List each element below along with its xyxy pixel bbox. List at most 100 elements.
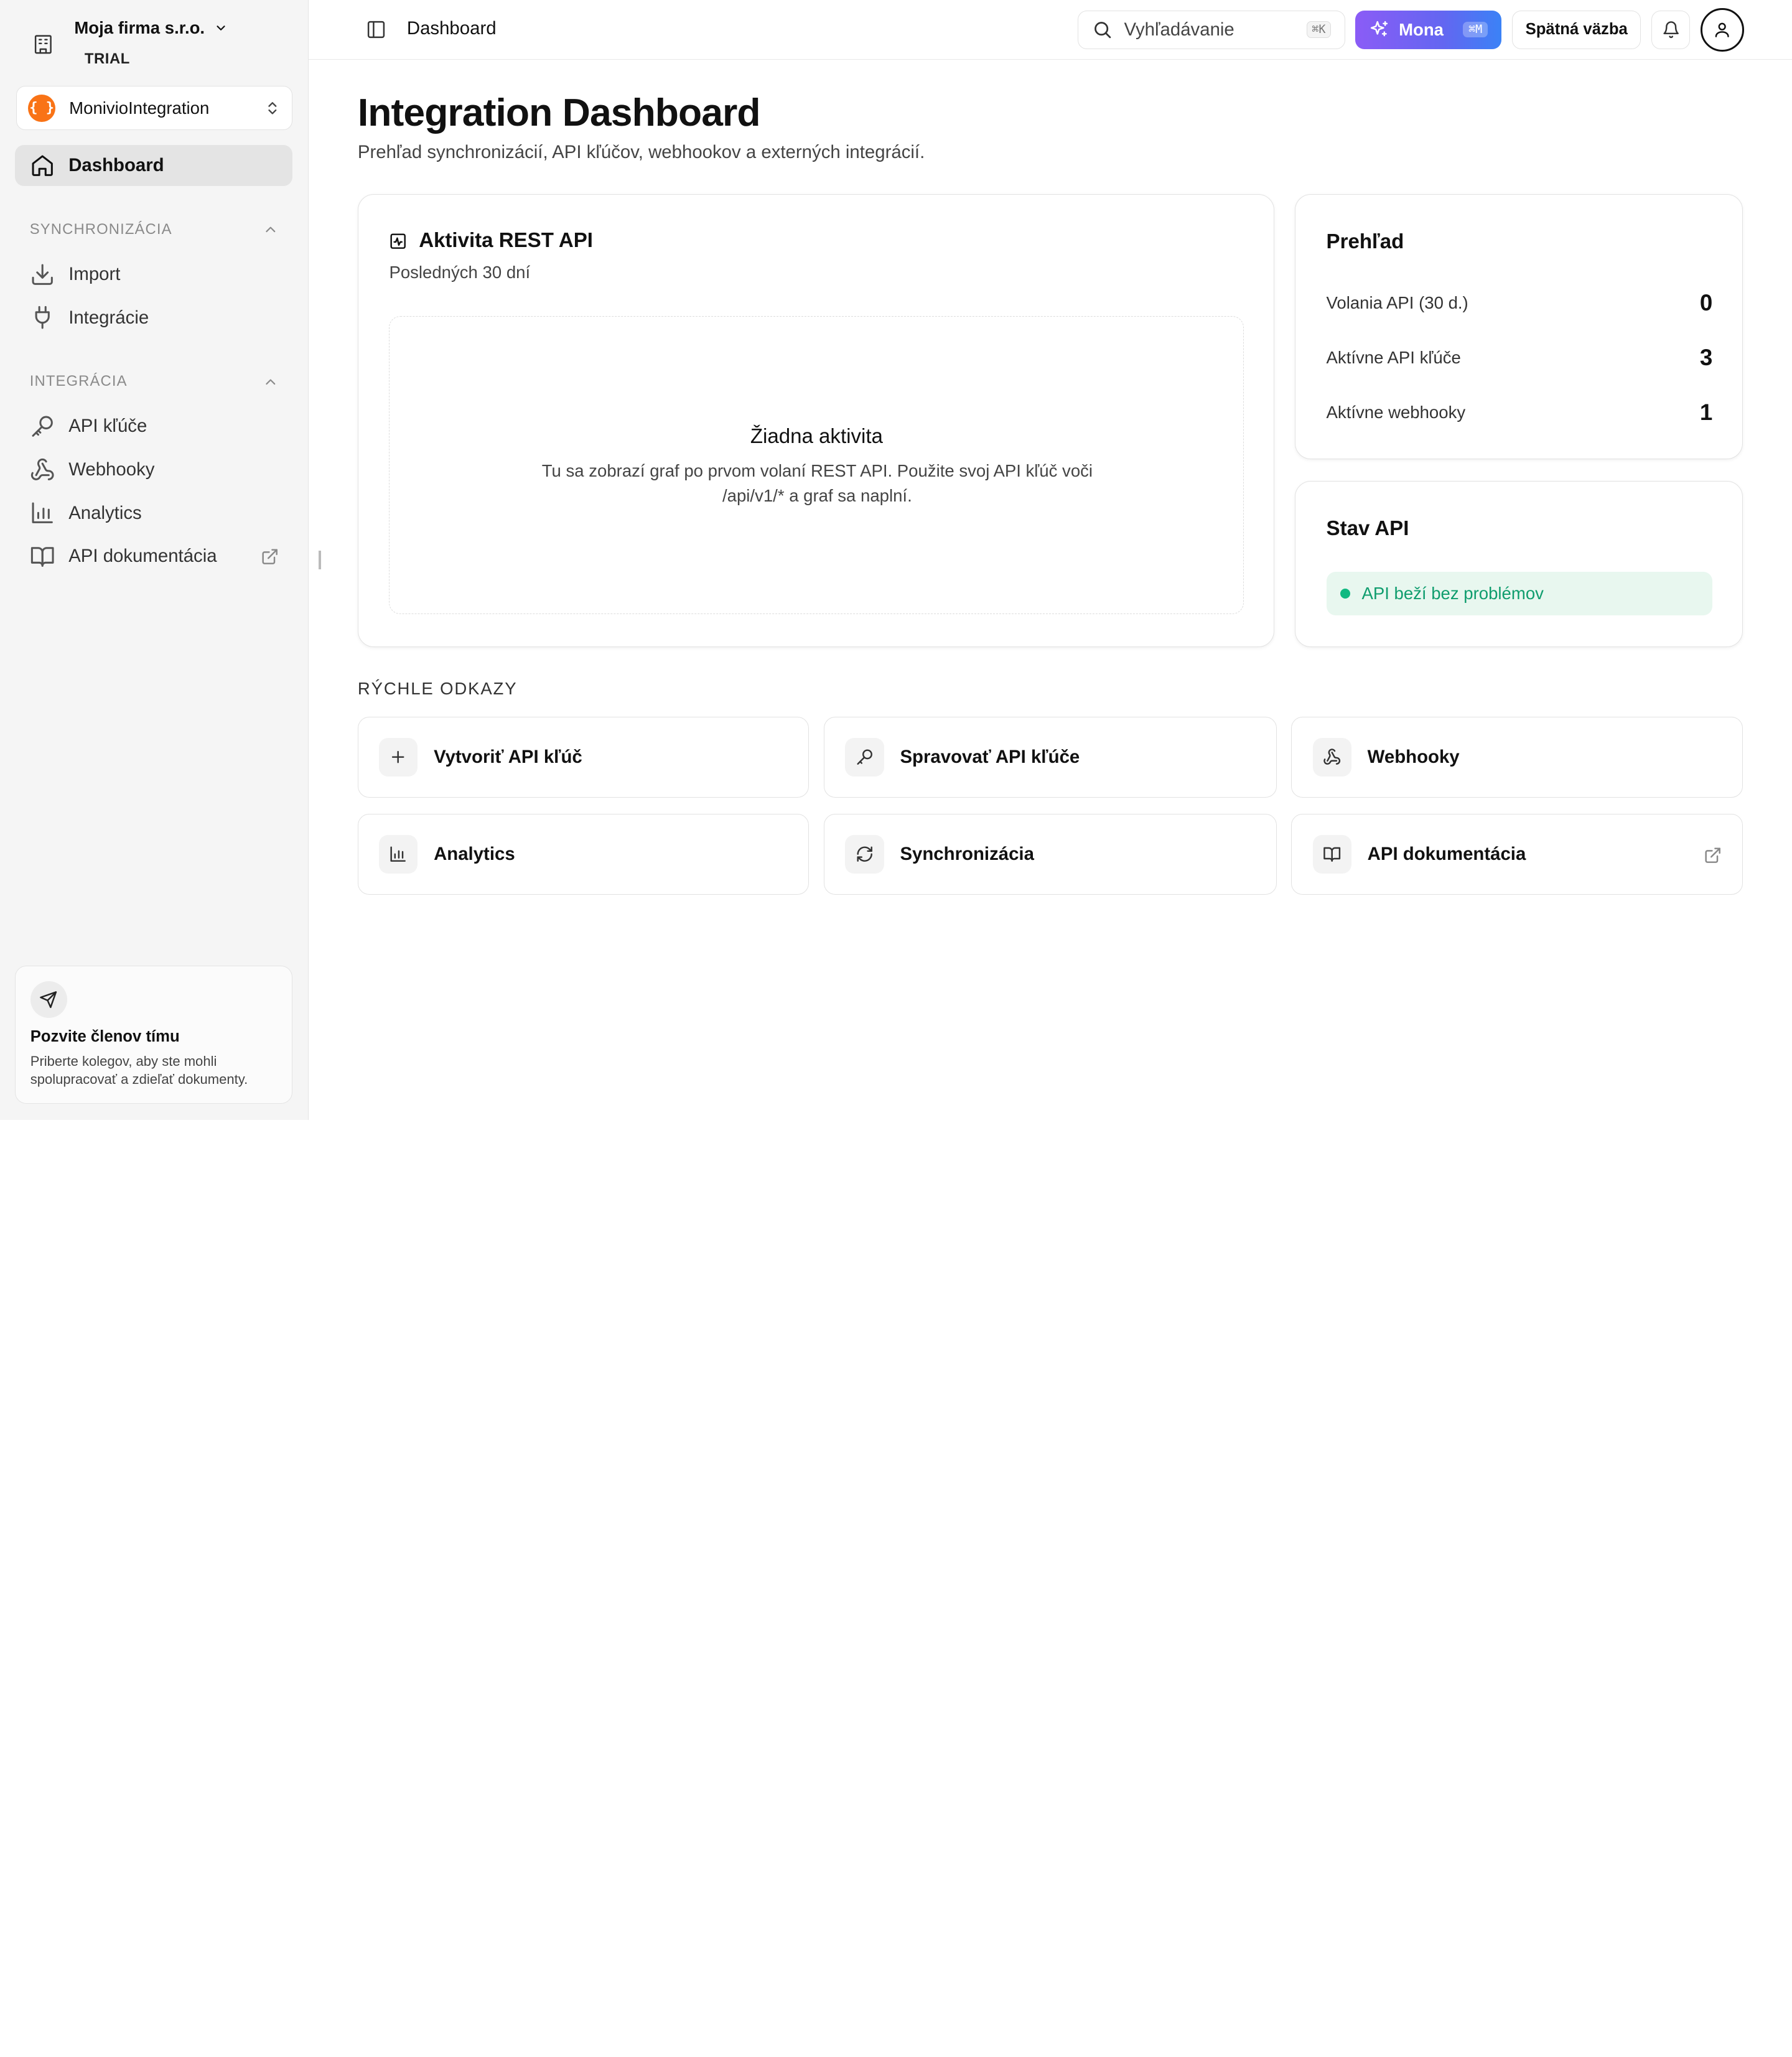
invite-title: Pozvite členov tímu bbox=[30, 1028, 180, 1046]
mona-shortcut: ⌘M bbox=[1462, 22, 1488, 38]
quick-link-sync[interactable]: Synchronizácia bbox=[824, 813, 1277, 895]
quick-icon-wrap bbox=[845, 737, 884, 777]
webhook-icon bbox=[30, 458, 54, 480]
search-placeholder: Vyhľadávanie bbox=[1124, 19, 1234, 40]
invite-card[interactable]: Pozvite členov tímu Priberte kolegov, ab… bbox=[14, 966, 293, 1104]
quick-link-label: Spravovať API kľúče bbox=[900, 746, 1080, 767]
top-header: Dashboard Vyhľadávanie ⌘K Mona ⌘M Spätná… bbox=[308, 0, 1792, 60]
activity-icon bbox=[390, 233, 406, 249]
overview-card: Prehľad Volania API (30 d.) 0 Aktívne AP… bbox=[1294, 194, 1743, 460]
quick-icon-wrap bbox=[1312, 834, 1351, 874]
breadcrumb: Dashboard bbox=[406, 18, 497, 39]
bar-chart-icon bbox=[32, 502, 53, 524]
stat-label: Aktívne webhooky bbox=[1326, 403, 1466, 422]
notifications-button[interactable] bbox=[1651, 10, 1691, 49]
sidebar-item-webhooks[interactable]: Webhooky bbox=[15, 449, 292, 490]
stat-row-webhooks: Aktívne webhooky 1 bbox=[1327, 399, 1713, 426]
api-activity-card: Aktivita REST API Posledných 30 dní Žiad… bbox=[357, 194, 1274, 647]
quick-link-label: Webhooky bbox=[1367, 746, 1460, 767]
workspace-logo: { } bbox=[28, 94, 56, 122]
bell-icon bbox=[1663, 21, 1679, 39]
api-status-title: Stav API bbox=[1326, 517, 1409, 541]
status-badge: API beží bez problémov bbox=[1326, 572, 1713, 616]
section-sync-label: SYNCHRONIZÁCIA bbox=[29, 221, 172, 238]
section-integration-label: INTEGRÁCIA bbox=[29, 373, 128, 390]
app-root: Moja firma s.r.o. TRIAL { } MonivioInteg… bbox=[0, 0, 1792, 1120]
sidebar-item-import[interactable]: Import bbox=[15, 254, 292, 295]
sidebar-item-api-keys[interactable]: API kľúče bbox=[15, 406, 292, 447]
feedback-button[interactable]: Spätná väzba bbox=[1511, 10, 1641, 49]
key-icon bbox=[32, 416, 53, 437]
page-title: Integration Dashboard bbox=[357, 91, 761, 135]
mona-label: Mona bbox=[1399, 19, 1444, 39]
stat-label: Volania API (30 d.) bbox=[1326, 292, 1468, 312]
mona-ai-button[interactable]: Mona ⌘M bbox=[1355, 10, 1502, 49]
building-icon bbox=[35, 35, 52, 54]
org-switcher[interactable]: Moja firma s.r.o. TRIAL bbox=[16, 14, 292, 73]
download-icon bbox=[32, 264, 53, 285]
sidebar-toggle-icon[interactable] bbox=[366, 19, 386, 40]
plan-badge: TRIAL bbox=[84, 50, 130, 67]
quick-icon-wrap bbox=[845, 834, 884, 874]
workspace-select[interactable]: { } MonivioIntegration bbox=[16, 85, 293, 131]
api-status-card: Stav API API beží bez problémov bbox=[1294, 481, 1743, 647]
quick-link-create-api-key[interactable]: Vytvoriť API kľúč bbox=[357, 716, 810, 798]
search-icon bbox=[1094, 22, 1111, 39]
chevrons-up-down-icon bbox=[268, 101, 277, 114]
status-text: API beží bez problémov bbox=[1361, 584, 1544, 604]
section-sync-header[interactable]: SYNCHRONIZÁCIA bbox=[30, 218, 279, 241]
quick-links-title: RÝCHLE ODKAZY bbox=[357, 678, 518, 698]
sidebar-item-label: API kľúče bbox=[68, 416, 147, 437]
activity-title: Aktivita REST API bbox=[419, 229, 593, 253]
external-link-icon bbox=[262, 549, 278, 564]
bar-chart-icon bbox=[390, 846, 406, 862]
sidebar-resize-handle[interactable] bbox=[319, 551, 322, 569]
webhook-icon bbox=[1323, 749, 1341, 765]
sidebar-item-label: Analytics bbox=[68, 502, 142, 523]
sidebar-item-dashboard[interactable]: Dashboard bbox=[14, 145, 293, 187]
overview-title: Prehľad bbox=[1326, 230, 1404, 254]
sidebar-item-analytics[interactable]: Analytics bbox=[15, 493, 292, 534]
sidebar-item-label: Dashboard bbox=[68, 155, 164, 176]
sidebar-item-api-docs[interactable]: API dokumentácia bbox=[15, 536, 292, 577]
quick-icon-wrap bbox=[378, 834, 418, 874]
quick-link-label: Synchronizácia bbox=[900, 843, 1034, 864]
quick-icon-wrap bbox=[378, 737, 418, 777]
stat-row-api-keys: Aktívne API kľúče 3 bbox=[1327, 345, 1713, 371]
activity-header: Aktivita REST API bbox=[389, 229, 593, 253]
sidebar-item-label: Integrácie bbox=[68, 307, 149, 328]
stat-label: Aktívne API kľúče bbox=[1326, 347, 1461, 367]
quick-link-label: Vytvoriť API kľúč bbox=[434, 746, 582, 767]
avatar[interactable] bbox=[1701, 7, 1744, 52]
stat-row-api-calls: Volania API (30 d.) 0 bbox=[1327, 290, 1713, 316]
refresh-icon bbox=[857, 846, 872, 862]
chevron-down-icon bbox=[217, 26, 225, 31]
activity-empty-state: Žiadna aktivita Tu sa zobrazí graf po pr… bbox=[389, 315, 1244, 615]
send-icon bbox=[40, 991, 57, 1008]
plus-icon bbox=[392, 751, 404, 763]
quick-link-webhooks[interactable]: Webhooky bbox=[1291, 716, 1743, 798]
sparkles-icon bbox=[1371, 21, 1388, 37]
sidebar-item-integrations[interactable]: Integrácie bbox=[15, 297, 292, 338]
user-icon bbox=[1715, 22, 1729, 37]
search-shortcut: ⌘K bbox=[1306, 21, 1331, 39]
quick-link-label: Analytics bbox=[434, 843, 515, 864]
plug-icon bbox=[35, 306, 50, 329]
quick-link-manage-api-keys[interactable]: Spravovať API kľúče bbox=[824, 716, 1277, 798]
activity-period: Posledných 30 dní bbox=[389, 262, 531, 282]
section-integration-header[interactable]: INTEGRÁCIA bbox=[30, 370, 279, 393]
sidebar-item-label: API dokumentácia bbox=[68, 546, 217, 567]
search-input[interactable]: Vyhľadávanie ⌘K bbox=[1078, 10, 1345, 49]
stat-value: 1 bbox=[1699, 399, 1713, 425]
page-subtitle: Prehľad synchronizácií, API kľúčov, webh… bbox=[357, 141, 925, 162]
invite-text: Priberte kolegov, aby ste mohli spolupra… bbox=[30, 1053, 248, 1088]
stat-value: 3 bbox=[1699, 344, 1713, 370]
key-icon bbox=[857, 749, 872, 765]
workspace-name: MonivioIntegration bbox=[69, 98, 210, 118]
book-icon bbox=[1323, 847, 1341, 862]
quick-link-label: API dokumentácia bbox=[1367, 843, 1526, 864]
org-name: Moja firma s.r.o. bbox=[74, 18, 205, 38]
quick-link-api-docs[interactable]: API dokumentácia bbox=[1291, 813, 1743, 895]
org-name-row[interactable]: Moja firma s.r.o. bbox=[74, 18, 227, 38]
quick-link-analytics[interactable]: Analytics bbox=[357, 813, 810, 895]
